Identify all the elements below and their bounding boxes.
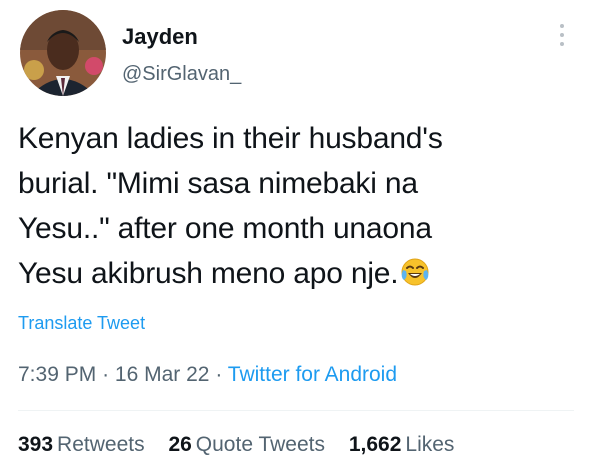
quote-tweets-count: 26 xyxy=(168,433,192,456)
quote-tweets-label: Quote Tweets xyxy=(195,433,325,456)
tweet-stats: 393 Retweets 26 Quote Tweets 1,662 Likes xyxy=(18,432,472,458)
tweet-card: Jayden @SirGlavan_ Kenyan ladies in thei… xyxy=(0,0,593,474)
tweet-line: Yesu.." after one month unaona xyxy=(18,212,432,245)
tweet-line: Yesu akibrush meno apo nje. xyxy=(18,257,399,290)
profile-photo-icon xyxy=(20,10,106,96)
likes-stat[interactable]: 1,662 Likes xyxy=(349,433,455,456)
tweet-line: Kenyan ladies in their husband's xyxy=(18,122,443,155)
tweet-line-last: Yesu akibrush meno apo nje. xyxy=(18,251,578,300)
tweet-time[interactable]: 7:39 PM xyxy=(18,363,96,386)
tweet-date[interactable]: 16 Mar 22 xyxy=(115,363,210,386)
more-options-icon[interactable] xyxy=(556,24,568,52)
divider xyxy=(18,410,574,411)
retweets-stat[interactable]: 393 Retweets xyxy=(18,433,145,456)
author-name[interactable]: Jayden xyxy=(122,24,198,50)
tweet-source-link[interactable]: Twitter for Android xyxy=(228,363,397,386)
tears-of-joy-emoji-icon xyxy=(400,255,430,300)
retweets-count: 393 xyxy=(18,433,54,456)
quote-tweets-stat[interactable]: 26 Quote Tweets xyxy=(168,433,325,456)
meta-separator: · xyxy=(215,363,223,386)
author-handle[interactable]: @SirGlavan_ xyxy=(122,62,241,86)
tweet-meta: 7:39 PM · 16 Mar 22 · Twitter for Androi… xyxy=(18,362,397,388)
avatar[interactable] xyxy=(20,10,106,96)
translate-tweet-link[interactable]: Translate Tweet xyxy=(18,312,145,334)
likes-count: 1,662 xyxy=(348,433,402,456)
likes-label: Likes xyxy=(405,433,455,456)
meta-separator: · xyxy=(102,363,110,386)
retweets-label: Retweets xyxy=(57,433,145,456)
tweet-line: burial. "Mimi sasa nimebaki na xyxy=(18,167,418,200)
tweet-text: Kenyan ladies in their husband's burial.… xyxy=(18,116,578,300)
